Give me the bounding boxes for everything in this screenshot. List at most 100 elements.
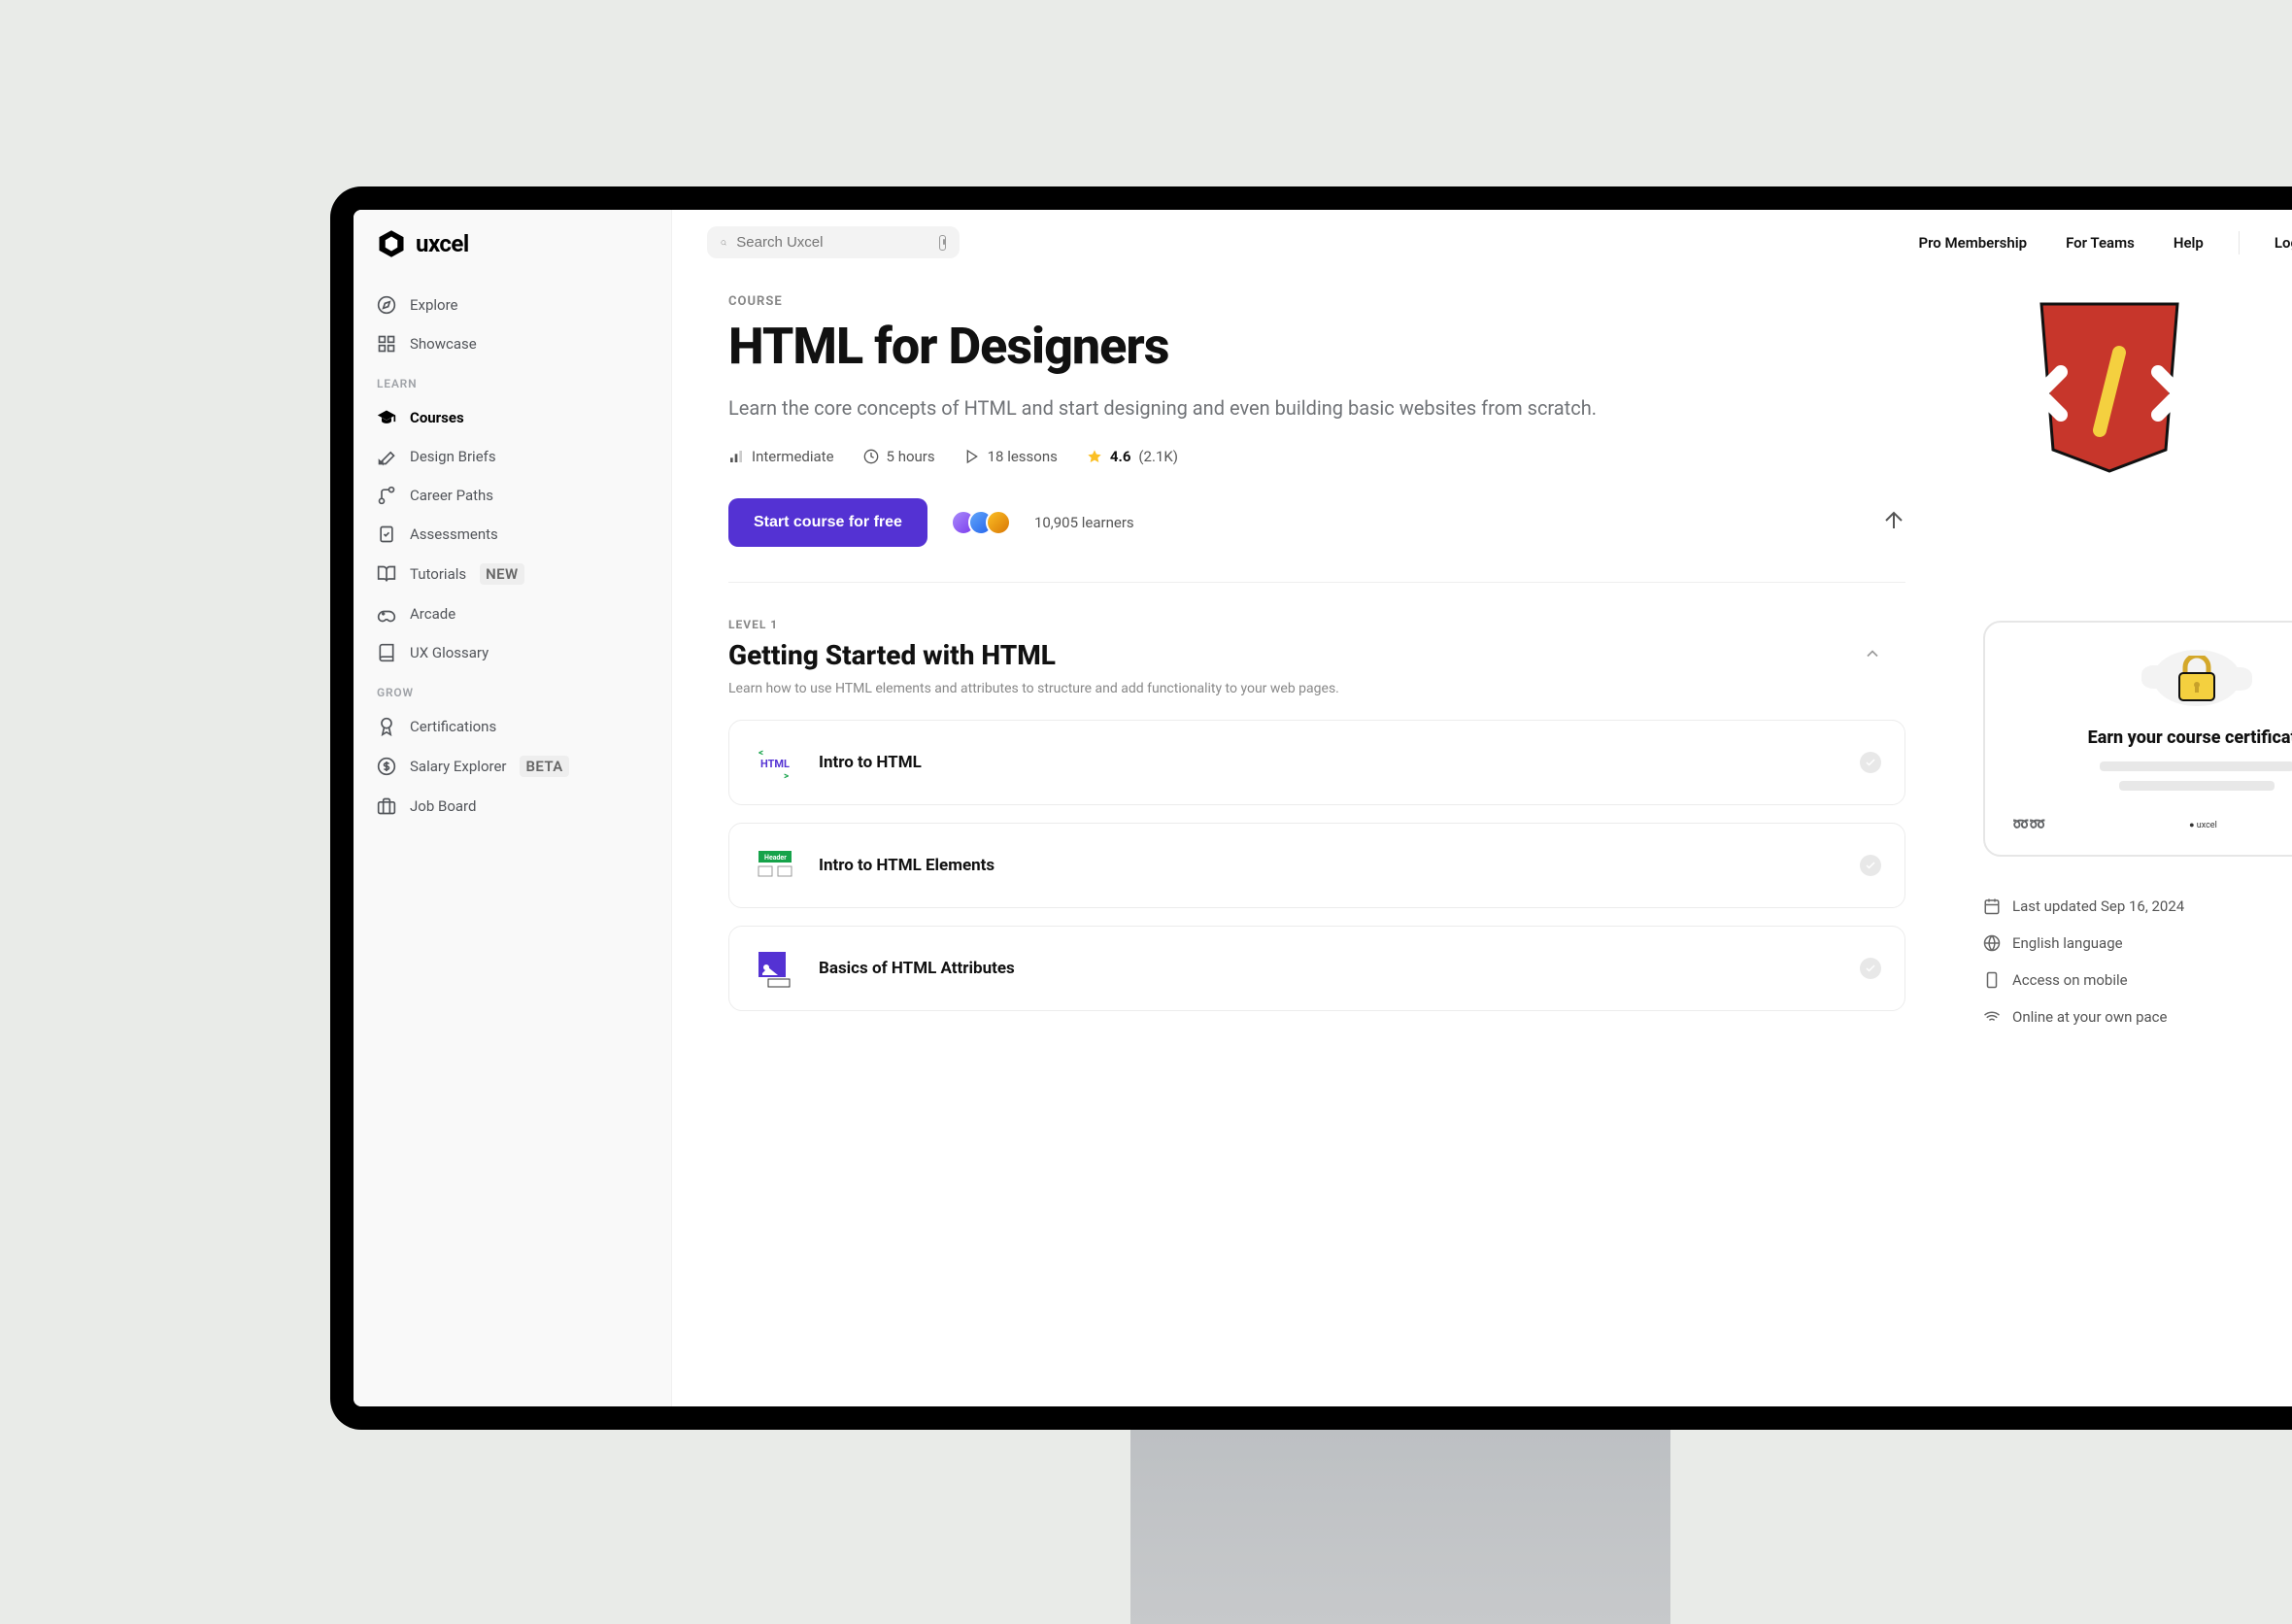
info-language: English language — [1983, 925, 2292, 962]
sidebar-item-showcase[interactable]: Showcase — [377, 324, 648, 363]
topnav-teams[interactable]: For Teams — [2054, 226, 2146, 259]
course-eyebrow: COURSE — [728, 294, 1905, 309]
learners-count: 10,905 learners — [1034, 514, 1134, 531]
main-area: Pro Membership For Teams Help Log in Sig… — [672, 210, 2292, 1406]
new-badge: NEW — [480, 563, 523, 585]
lesson-status-icon — [1860, 855, 1881, 876]
lesson-thumbnail-icon: Header — [753, 843, 797, 888]
level-description: Learn how to use HTML elements and attri… — [728, 681, 1905, 696]
signature-icon: ➿➿ — [2012, 817, 2046, 833]
info-mobile: Access on mobile — [1983, 962, 2292, 998]
lesson-card[interactable]: Header Intro to HTML Elements — [728, 823, 1905, 908]
mobile-icon — [1983, 971, 2001, 989]
certificate-footer: ➿➿ ● uxcel — [2012, 814, 2292, 835]
lesson-card[interactable]: Basics of HTML Attributes — [728, 926, 1905, 1011]
sidebar-section-learn: LEARN — [377, 363, 648, 398]
divider — [728, 582, 1905, 583]
topbar: Pro Membership For Teams Help Log in Sig… — [672, 210, 2292, 275]
sidebar-item-tutorials[interactable]: Tutorials NEW — [377, 554, 648, 594]
clock-icon — [863, 449, 879, 464]
search-input-wrap[interactable] — [707, 226, 960, 258]
pencil-ruler-icon — [377, 447, 396, 466]
lesson-status-icon — [1860, 958, 1881, 979]
sidebar-item-job-board[interactable]: Job Board — [377, 787, 648, 826]
sidebar-item-arcade[interactable]: Arcade — [377, 594, 648, 633]
lesson-title: Intro to HTML — [819, 753, 922, 772]
lock-icon — [2175, 656, 2218, 702]
topnav-pro[interactable]: Pro Membership — [1906, 226, 2039, 259]
compass-icon — [377, 295, 396, 315]
lesson-thumbnail-icon: <HTML> — [753, 740, 797, 785]
share-button[interactable] — [1882, 509, 1905, 536]
course-description: Learn the core concepts of HTML and star… — [728, 393, 1641, 423]
clipboard-check-icon — [377, 524, 396, 544]
brand-row[interactable]: uxcel — [354, 229, 671, 282]
level-header[interactable]: Getting Started with HTML — [728, 639, 1905, 671]
sidebar-item-explore[interactable]: Explore — [377, 286, 648, 324]
meta-lessons: 18 lessons — [964, 448, 1058, 465]
meta-duration: 5 hours — [863, 448, 935, 465]
course-title: HTML for Designers — [728, 317, 1905, 376]
topnav-help[interactable]: Help — [2162, 226, 2215, 259]
brand-name: uxcel — [416, 230, 469, 257]
graduation-cap-icon — [377, 408, 396, 427]
brand-logo-icon — [377, 229, 406, 258]
course-meta: Intermediate 5 hours 18 lessons 4.6 — [728, 448, 1905, 465]
monitor-frame: uxcel Explore Showcase LEARN Courses — [330, 186, 2292, 1430]
briefcase-icon — [377, 796, 396, 816]
award-icon — [377, 717, 396, 736]
html-shield-icon — [2022, 294, 2197, 489]
sidebar-item-courses[interactable]: Courses — [377, 398, 648, 437]
play-icon — [964, 449, 980, 464]
lesson-card[interactable]: <HTML> Intro to HTML — [728, 720, 1905, 805]
sidebar-item-assessments[interactable]: Assessments — [377, 515, 648, 554]
calendar-icon — [1983, 897, 2001, 915]
chevron-up-icon — [1863, 644, 1882, 663]
beta-badge: BETA — [520, 756, 568, 777]
meta-rating: 4.6 (2.1K) — [1087, 448, 1178, 465]
level-label: LEVEL 1 — [728, 618, 1905, 631]
monitor-stand — [1130, 1430, 1670, 1624]
gamepad-icon — [377, 604, 396, 624]
lesson-list: <HTML> Intro to HTML Header Intro to H — [728, 720, 1905, 1011]
meta-level: Intermediate — [728, 448, 834, 465]
content: COURSE HTML for Designers Learn the core… — [672, 275, 2292, 1406]
sidebar-item-career-paths[interactable]: Career Paths — [377, 476, 648, 515]
svg-text:>: > — [784, 771, 789, 782]
keyboard-shortcut-icon — [939, 235, 946, 251]
book-icon — [377, 643, 396, 662]
course-info-list: Last updated Sep 16, 2024 English langua… — [1983, 888, 2292, 1035]
sidebar-section-grow: GROW — [377, 672, 648, 707]
skeleton-line — [2100, 761, 2292, 771]
dollar-icon — [377, 757, 396, 776]
search-input[interactable] — [736, 234, 929, 251]
sidebar-item-design-briefs[interactable]: Design Briefs — [377, 437, 648, 476]
avatar — [986, 510, 1011, 535]
star-icon — [1087, 449, 1102, 464]
cert-brand-mark: ● uxcel — [2189, 820, 2217, 830]
level-bars-icon — [728, 449, 744, 464]
lesson-status-icon — [1860, 752, 1881, 773]
course-aside: Earn your course certificate ➿➿ ● uxcel — [1983, 294, 2292, 1406]
level-title: Getting Started with HTML — [728, 639, 1056, 671]
wifi-icon — [1983, 1008, 2001, 1026]
grid-icon — [377, 334, 396, 354]
sidebar-item-certifications[interactable]: Certifications — [377, 707, 648, 746]
start-course-button[interactable]: Start course for free — [728, 498, 927, 547]
lesson-title: Intro to HTML Elements — [819, 856, 994, 875]
sidebar-item-salary-explorer[interactable]: Salary Explorer BETA — [377, 746, 648, 787]
route-icon — [377, 486, 396, 505]
globe-icon — [1983, 934, 2001, 952]
sidebar: uxcel Explore Showcase LEARN Courses — [354, 210, 672, 1406]
info-updated: Last updated Sep 16, 2024 — [1983, 888, 2292, 925]
collapse-toggle[interactable] — [1863, 644, 1882, 667]
lock-illustration — [2153, 650, 2241, 706]
topnav-divider — [2239, 231, 2240, 254]
info-pace: Online at your own pace — [1983, 998, 2292, 1035]
skeleton-line — [2119, 781, 2275, 791]
sidebar-item-ux-glossary[interactable]: UX Glossary — [377, 633, 648, 672]
login-button[interactable]: Log in — [2263, 226, 2292, 259]
svg-text:Header: Header — [764, 854, 787, 862]
book-open-icon — [377, 564, 396, 584]
course-details: COURSE HTML for Designers Learn the core… — [728, 294, 1905, 1406]
